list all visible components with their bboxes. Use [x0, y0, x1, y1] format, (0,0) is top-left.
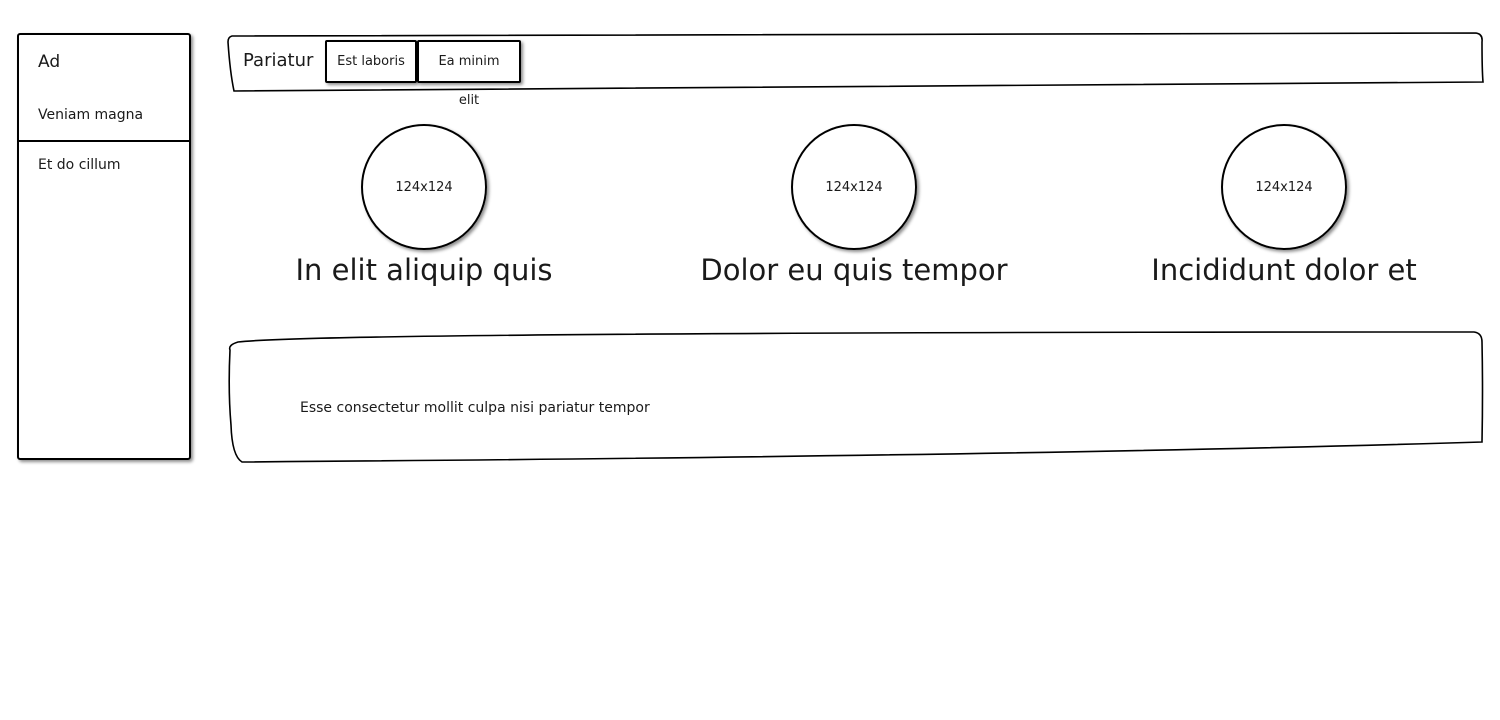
- image-size-label: 124x124: [825, 179, 883, 195]
- card-image-placeholder: 124x124: [791, 124, 917, 250]
- sidebar-item-veniam-magna[interactable]: Veniam magna: [38, 107, 143, 123]
- sidebar-divider: [19, 140, 189, 142]
- card-image-placeholder: 124x124: [361, 124, 487, 250]
- ea-minim-elit-button[interactable]: Ea minim elit: [417, 40, 521, 108]
- sidebar-item-et-do-cillum[interactable]: Et do cillum: [38, 157, 121, 173]
- card-caption: Incididunt dolor et: [1151, 253, 1417, 287]
- top-bar-title: Pariatur: [243, 50, 314, 71]
- est-laboris-button[interactable]: Est laboris: [325, 40, 417, 83]
- sidebar-title: Ad: [38, 52, 61, 72]
- card-image-placeholder: 124x124: [1221, 124, 1347, 250]
- text-panel: [228, 331, 1484, 463]
- card-caption: Dolor eu quis tempor: [700, 253, 1008, 287]
- image-size-label: 124x124: [1255, 179, 1313, 195]
- image-size-label: 124x124: [395, 179, 453, 195]
- panel-text: Esse consectetur mollit culpa nisi paria…: [300, 400, 650, 416]
- card-caption: In elit aliquip quis: [295, 253, 553, 287]
- sidebar: Ad Veniam magna Et do cillum: [17, 33, 191, 460]
